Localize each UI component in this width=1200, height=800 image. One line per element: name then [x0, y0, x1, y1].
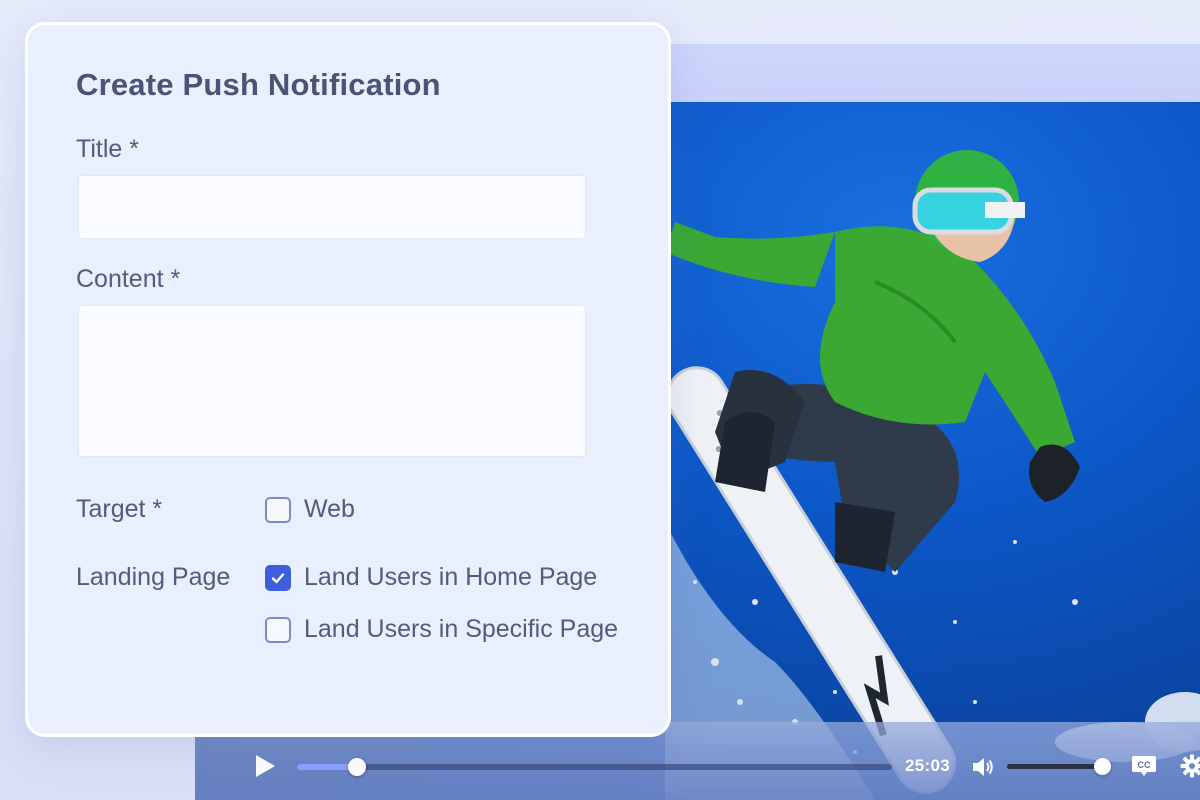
- specific-page-checkbox[interactable]: [265, 616, 291, 643]
- home-page-option-label: Land Users in Home Page: [304, 563, 598, 591]
- closed-captions-icon[interactable]: CC: [1131, 754, 1157, 778]
- content-textarea[interactable]: [78, 305, 586, 457]
- title-label: Title *: [76, 135, 139, 163]
- volume-icon[interactable]: [971, 756, 995, 778]
- progress-knob[interactable]: [347, 758, 366, 776]
- gear-icon[interactable]: [1180, 754, 1200, 778]
- home-page-checkbox[interactable]: [265, 564, 291, 591]
- web-option-label: Web: [304, 495, 355, 523]
- play-icon[interactable]: [250, 752, 278, 780]
- content-label: Content *: [76, 265, 181, 293]
- volume-knob[interactable]: [1094, 758, 1111, 775]
- cc-label: CC: [1138, 760, 1151, 770]
- checkmark-icon: [271, 572, 285, 583]
- current-time: 25:03: [905, 756, 950, 775]
- volume-slider[interactable]: [1007, 758, 1111, 775]
- target-label: Target *: [76, 495, 163, 523]
- title-input[interactable]: [78, 175, 586, 239]
- landing-option-home[interactable]: Land Users in Home Page: [265, 563, 597, 592]
- form-title: Create Push Notification: [76, 67, 441, 102]
- progress-slider[interactable]: [297, 758, 892, 776]
- landing-option-specific[interactable]: Land Users in Specific Page: [265, 615, 618, 644]
- web-checkbox[interactable]: [265, 496, 291, 523]
- push-notification-form: Create Push Notification Title * Content…: [25, 22, 671, 737]
- specific-page-option-label: Land Users in Specific Page: [304, 615, 619, 643]
- target-option-web[interactable]: Web: [265, 495, 355, 524]
- volume-fill: [1007, 764, 1102, 769]
- landing-page-label: Landing Page: [76, 563, 231, 591]
